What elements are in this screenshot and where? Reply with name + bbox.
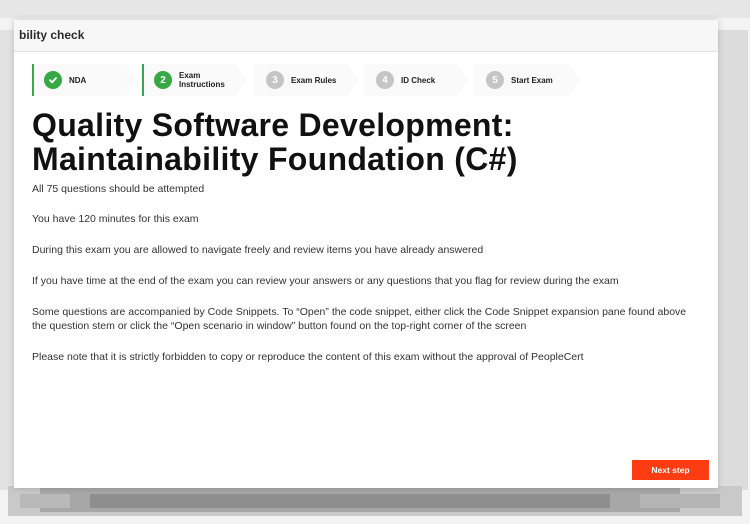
instruction-questions: All 75 questions should be attempted [32, 183, 205, 195]
step-number-2: 2 [154, 71, 172, 89]
exam-window: bility check NDA 2 Exam Instructions 3 E… [14, 20, 718, 488]
step-label-start-exam: Start Exam [511, 75, 553, 85]
check-icon [44, 71, 62, 89]
instruction-code-snippets: Some questions are accompanied by Code S… [32, 306, 687, 332]
step-number-5: 5 [486, 71, 504, 89]
step-label-id-check: ID Check [401, 75, 436, 85]
exam-title: Quality Software Development: Maintainab… [32, 107, 518, 177]
instruction-copyright: Please note that it is strictly forbidde… [32, 351, 584, 363]
step-id-check: 4 ID Check [364, 64, 468, 96]
window-title: bility check [19, 28, 85, 42]
instruction-duration: You have 120 minutes for this exam [32, 213, 199, 225]
step-label-exam-rules: Exam Rules [291, 75, 337, 85]
instruction-navigation: During this exam you are allowed to navi… [32, 244, 484, 256]
step-number-4: 4 [376, 71, 394, 89]
step-label-nda: NDA [69, 75, 87, 85]
step-label-exam-instructions: Exam Instructions [179, 71, 225, 89]
instruction-review: If you have time at the end of the exam … [32, 275, 619, 287]
title-bar: bility check [14, 20, 718, 52]
step-exam-instructions: 2 Exam Instructions [142, 64, 246, 96]
step-start-exam: 5 Start Exam [474, 64, 580, 96]
next-step-button[interactable]: Next step [632, 460, 709, 480]
step-number-3: 3 [266, 71, 284, 89]
step-exam-rules: 3 Exam Rules [254, 64, 358, 96]
step-nda: NDA [32, 64, 136, 96]
